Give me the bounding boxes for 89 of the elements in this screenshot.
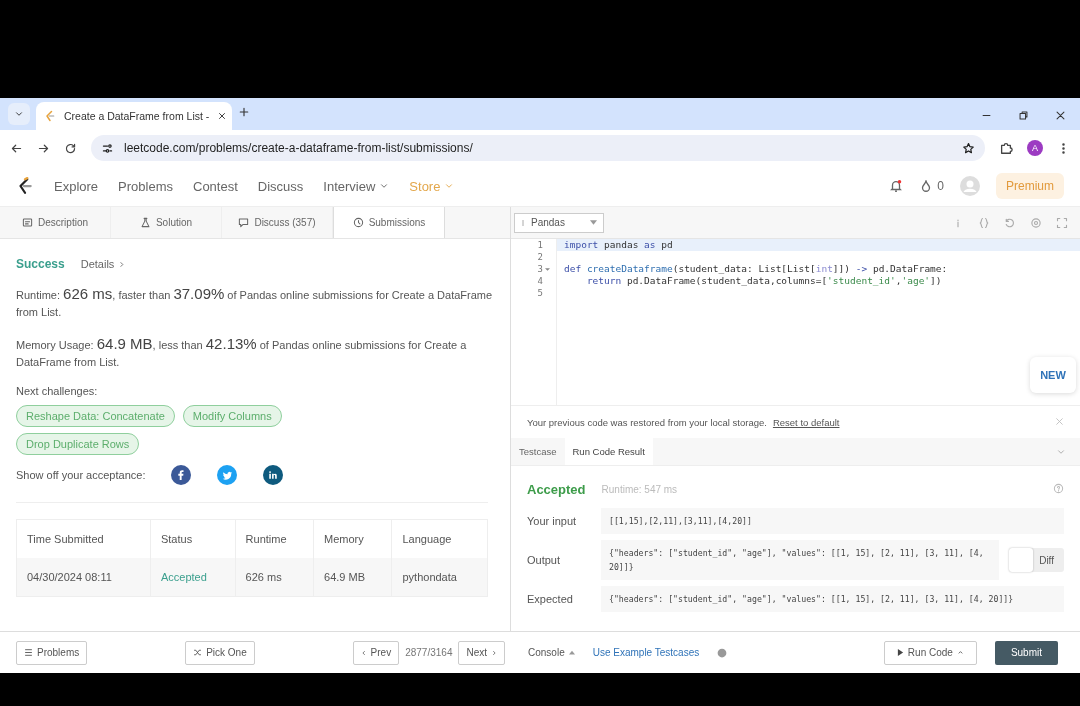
profile-avatar[interactable]: A (1027, 140, 1043, 156)
clock-icon (352, 217, 364, 228)
field-label: Your input (527, 515, 578, 527)
nav-link[interactable]: Discuss (257, 178, 304, 194)
success-status: Success (16, 257, 65, 271)
language-select[interactable]: Pandas (514, 212, 604, 233)
field-label: Output (527, 554, 562, 566)
panel-tab[interactable]: Solution (111, 207, 222, 238)
prev-button[interactable]: Prev (352, 640, 400, 665)
details-link[interactable]: Details (80, 258, 126, 270)
document-icon (22, 217, 33, 228)
address-bar[interactable]: leetcode.com/problems/create-a-dataframe-from-list/submissions/ (91, 135, 985, 161)
bell-icon[interactable] (889, 179, 904, 193)
result-value: {"headers": ["student_id", "age"], "values": [[1, 15], [2, 11], [3, 11], [4, 20]]} (601, 540, 1000, 580)
accepted-status: Accepted (527, 481, 586, 497)
panel-tab[interactable]: Submissions (333, 207, 445, 238)
problems-button[interactable]: Problems (16, 640, 88, 665)
new-badge-button[interactable]: NEW (1030, 357, 1076, 393)
table-cell: 04/30/2024 08:11 (16, 558, 151, 597)
line-number: 3 (537, 264, 543, 274)
use-example-link[interactable]: Use Example Testcases (592, 647, 700, 658)
restore-icon (1018, 110, 1029, 121)
memory-summary: Memory Usage: 64.9 MB, less than 42.13% of Pandas online submissions for Create a DataFrame from List. (16, 335, 468, 370)
pick-one-button[interactable]: Pick One (185, 640, 255, 665)
leetcode-logo-icon (44, 110, 56, 122)
chevron-up-icon (956, 649, 964, 656)
runtime-summary: Runtime: 626 ms, faster than 37.09% of Pandas online submissions for Create a DataFrame from List. (16, 285, 494, 320)
comment-icon (238, 217, 250, 228)
chevron-right-icon (118, 260, 126, 268)
close-icon (1055, 110, 1066, 121)
puzzle-icon (999, 141, 1013, 155)
chevron-down-icon (379, 181, 390, 191)
console-tab[interactable]: Run Code Result (564, 438, 653, 465)
chevron-down-icon (14, 109, 24, 119)
line-number: 4 (537, 276, 543, 286)
site-settings-icon (101, 141, 114, 155)
diff-toggle[interactable]: Diff (1009, 548, 1064, 572)
table-cell: 626 ms (235, 558, 314, 597)
close-icon (217, 111, 228, 121)
settings-icon (1030, 216, 1042, 229)
streak-count: 0 (937, 179, 944, 193)
result-value: {"headers": ["student_id", "age"], "values": [[1, 15], [2, 11], [3, 11], [4, 20]]} (601, 586, 1064, 612)
dropdown-caret-icon (590, 220, 597, 225)
problem-counter: 2877/3164 (405, 647, 453, 658)
table-cell: 64.9 MB (313, 558, 392, 597)
flask-icon (139, 217, 151, 228)
shuffle-icon (193, 648, 203, 657)
runtime-label: Runtime: 547 ms (601, 483, 678, 495)
restore-message: Your previous code was restored from your local storage. (527, 416, 767, 428)
panel-tab[interactable]: Description (0, 207, 111, 238)
chevron-left-icon (360, 649, 367, 656)
share-label: Show off your acceptance: (16, 469, 146, 481)
tab-search-button[interactable] (8, 103, 30, 125)
star-icon (962, 141, 975, 155)
browser-tab[interactable]: Create a DataFrame from List - (36, 102, 232, 130)
nav-link[interactable]: Contest (193, 178, 238, 194)
nav-link[interactable]: Interview (323, 178, 390, 194)
play-icon (896, 649, 904, 656)
code-line: def createDataframe(student_data: List[List[int]]) -> pd.DataFrame: (563, 263, 949, 275)
chevron-down-icon (444, 181, 455, 191)
next-challenges-label: Next challenges: (16, 385, 99, 397)
field-label: Expected (527, 593, 574, 605)
code-line: return pd.DataFrame(student_data,columns=['student_id','age']) (585, 275, 943, 287)
table-cell: pythondata (391, 558, 488, 597)
next-button[interactable]: Next (458, 640, 505, 665)
run-code-button[interactable]: Run Code (883, 640, 977, 665)
nav-link[interactable]: Problems (118, 178, 173, 194)
status-link[interactable]: Accepted (150, 558, 236, 597)
line-number: 5 (537, 288, 543, 298)
braces-icon (978, 216, 990, 229)
console-tab[interactable]: Testcase (511, 438, 565, 465)
result-value: [[1,15],[2,11],[3,11],[4,20]] (601, 508, 1064, 534)
plus-icon (238, 106, 250, 118)
close-icon (1055, 416, 1064, 426)
chevron-right-icon (491, 649, 497, 656)
fullscreen-icon (1056, 216, 1068, 229)
submit-button[interactable]: Submit (994, 640, 1058, 665)
facebook-icon[interactable] (171, 465, 192, 485)
line-number: 1 (537, 240, 543, 250)
caret-up-icon (568, 650, 575, 655)
nav-link[interactable]: Explore (54, 178, 99, 194)
reset-link[interactable]: Reset to default (772, 416, 840, 428)
line-number: 2 (537, 252, 543, 262)
reset-icon (1004, 216, 1016, 229)
console-toggle[interactable]: Console (528, 647, 575, 658)
list-icon (24, 648, 33, 657)
twitter-icon[interactable] (217, 465, 238, 485)
linkedin-icon[interactable] (263, 465, 284, 485)
reload-icon (64, 141, 77, 155)
